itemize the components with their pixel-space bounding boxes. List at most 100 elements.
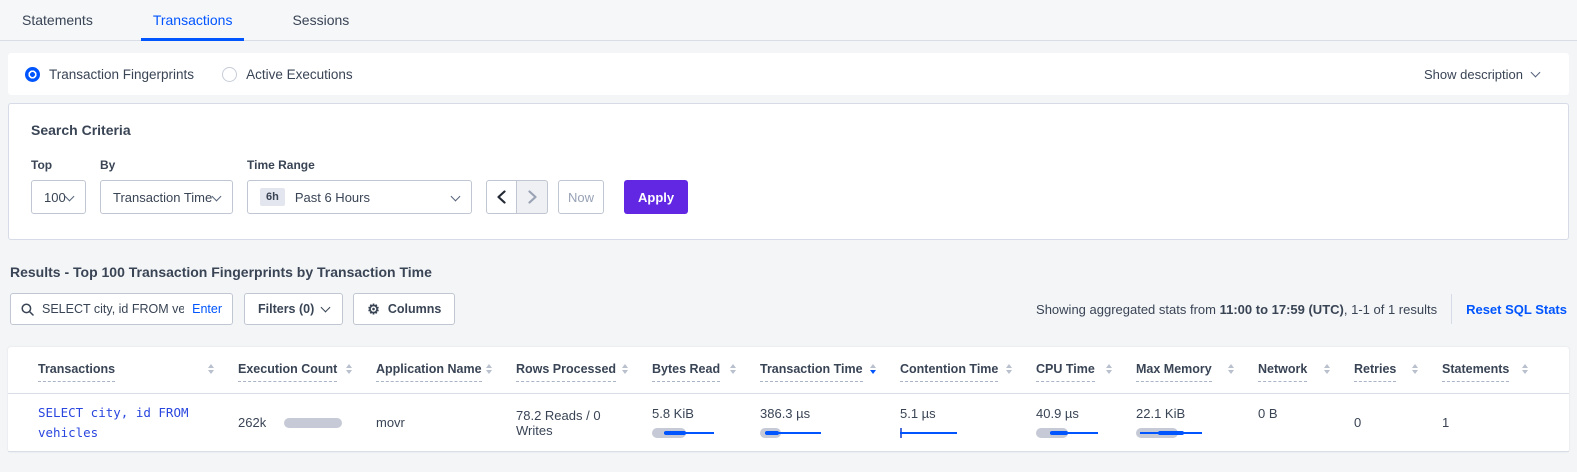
now-button[interactable]: Now [558, 180, 604, 214]
column-header-max_memory[interactable]: Max Memory [1128, 362, 1250, 393]
tab-sessions[interactable]: Sessions [280, 12, 361, 40]
column-header-rows_processed[interactable]: Rows Processed [508, 362, 644, 393]
show-description-dropdown[interactable]: Show description [1424, 67, 1539, 82]
column-header-retries[interactable]: Retries [1346, 362, 1434, 393]
transaction-fingerprint-link[interactable]: SELECT city, id FROM vehicles [38, 403, 208, 443]
search-criteria-title: Search Criteria [31, 122, 1546, 138]
by-select[interactable]: Transaction Time [100, 180, 233, 214]
sort-icon[interactable] [1106, 362, 1112, 374]
sort-icon[interactable] [1412, 362, 1418, 374]
tab-transactions[interactable]: Transactions [141, 12, 245, 40]
chevron-down-icon [65, 191, 75, 201]
show-description-label: Show description [1424, 67, 1523, 82]
column-header-network[interactable]: Network [1250, 362, 1346, 393]
sort-icon[interactable] [1228, 362, 1234, 374]
column-header-execution_count[interactable]: Execution Count [230, 362, 368, 393]
cell-value: 0 B [1258, 407, 1330, 422]
column-header-label: Max Memory [1136, 362, 1212, 382]
time-range-label: Time Range [247, 158, 472, 172]
cell-contention_time: 5.1 µs [892, 407, 1028, 439]
prev-time-button[interactable] [486, 180, 517, 214]
transactions-table: Transactions Execution Count Application N… [8, 347, 1569, 452]
by-select-value: Transaction Time [113, 190, 212, 205]
cell-value: 1 [1442, 415, 1449, 430]
cell-value: 262k [238, 415, 266, 430]
gear-icon: ⚙ [367, 302, 380, 316]
reset-sql-stats-link[interactable]: Reset SQL Stats [1466, 302, 1567, 317]
search-input[interactable]: SELECT city, id FROM vehicles W Enter [10, 293, 233, 325]
column-header-label: Bytes Read [652, 362, 720, 382]
search-criteria-panel: Search Criteria Top 100 By Transaction T… [8, 103, 1569, 240]
radio-label-active-executions: Active Executions [246, 67, 353, 82]
column-header-cpu_time[interactable]: CPU Time [1028, 362, 1128, 393]
sort-icon[interactable] [208, 362, 214, 374]
cell-value: 40.9 µs [1036, 407, 1112, 422]
view-toggle-bar: Transaction Fingerprints Active Executio… [8, 53, 1569, 95]
sort-icon[interactable] [346, 362, 352, 374]
column-header-contention_time[interactable]: Contention Time [892, 362, 1028, 393]
cell-value: 386.3 µs [760, 407, 876, 422]
cell-transaction_time: 386.3 µs [752, 407, 892, 439]
column-header-label: Network [1258, 362, 1307, 382]
cell-value: 0 [1354, 415, 1361, 430]
column-header-label: Transactions [38, 362, 115, 382]
columns-button-label: Columns [388, 302, 441, 316]
time-range-select[interactable]: 6h Past 6 Hours [247, 180, 472, 214]
cell-retries: 0 [1346, 415, 1434, 430]
cell-statements: 1 [1434, 415, 1544, 430]
column-header-transactions[interactable]: Transactions [30, 362, 230, 393]
distribution-bar [1036, 428, 1112, 438]
cell-transactions: SELECT city, id FROM vehicles [30, 403, 230, 443]
column-header-label: Execution Count [238, 362, 337, 382]
distribution-bar [760, 428, 876, 438]
distribution-bar [1258, 428, 1330, 438]
count-bar [284, 418, 342, 428]
sort-icon[interactable] [1522, 362, 1528, 374]
column-header-label: Rows Processed [516, 362, 616, 382]
enter-hint: Enter [192, 302, 222, 316]
column-header-application_name[interactable]: Application Name [368, 362, 508, 393]
vertical-divider [1451, 294, 1452, 324]
apply-button[interactable]: Apply [624, 180, 688, 214]
cell-network: 0 B [1250, 407, 1346, 439]
aggregated-stats: Showing aggregated stats from 11:00 to 1… [1036, 302, 1437, 317]
radio-label-transaction-fingerprints: Transaction Fingerprints [49, 67, 194, 82]
sort-icon[interactable] [1324, 362, 1330, 374]
sort-icon[interactable] [730, 362, 736, 374]
columns-button[interactable]: ⚙ Columns [353, 293, 455, 325]
time-pager [486, 180, 548, 214]
filters-button[interactable]: Filters (0) [244, 293, 343, 325]
sort-icon[interactable] [486, 362, 492, 374]
cell-max_memory: 22.1 KiB [1128, 407, 1250, 439]
chevron-down-icon [212, 191, 222, 201]
column-header-label: Contention Time [900, 362, 998, 382]
cell-value: 78.2 Reads / 0 Writes [516, 408, 601, 438]
column-header-label: Statements [1442, 362, 1509, 382]
chevron-right-icon [528, 190, 537, 204]
results-toolbar: SELECT city, id FROM vehicles W Enter Fi… [10, 293, 1567, 325]
table-header-row: Transactions Execution Count Application N… [8, 347, 1569, 394]
cell-execution_count: 262k [230, 415, 368, 430]
tab-statements[interactable]: Statements [10, 12, 105, 40]
cell-bytes_read: 5.8 KiB [644, 407, 752, 439]
page-tabs: Statements Transactions Sessions [0, 0, 1577, 41]
column-header-statements[interactable]: Statements [1434, 362, 1544, 393]
cell-value: 5.8 KiB [652, 407, 736, 422]
time-range-badge: 6h [260, 188, 285, 206]
next-time-button[interactable] [517, 180, 548, 214]
filters-button-label: Filters (0) [258, 302, 314, 316]
radio-transaction-fingerprints[interactable] [25, 67, 40, 82]
sort-icon[interactable] [870, 362, 876, 374]
radio-active-executions[interactable] [222, 67, 237, 82]
cell-application_name: movr [368, 415, 508, 430]
cell-value: 5.1 µs [900, 407, 1012, 422]
sort-icon[interactable] [1006, 362, 1012, 374]
column-header-transaction_time[interactable]: Transaction Time [752, 362, 892, 393]
sort-icon[interactable] [622, 362, 628, 374]
by-label: By [100, 158, 233, 172]
top-select[interactable]: 100 [31, 180, 86, 214]
column-header-label: Application Name [376, 362, 482, 382]
top-select-value: 100 [44, 190, 66, 205]
cell-value: movr [376, 415, 405, 430]
column-header-bytes_read[interactable]: Bytes Read [644, 362, 752, 393]
